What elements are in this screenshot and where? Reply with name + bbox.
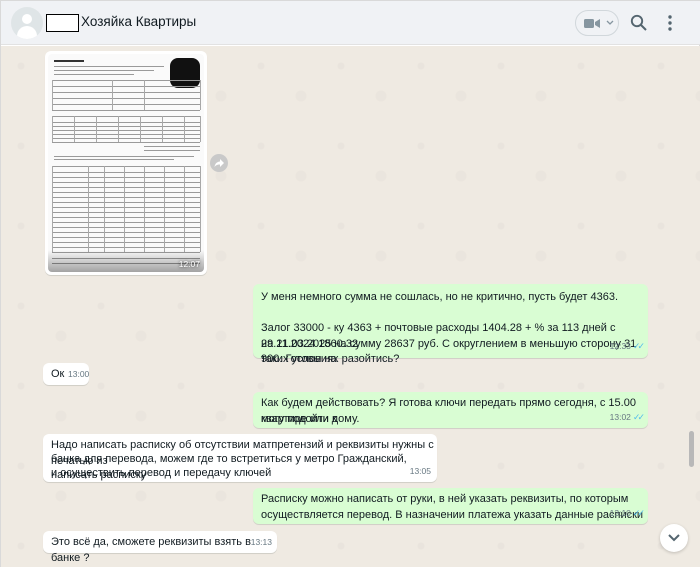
- redacted-blob: [170, 58, 200, 88]
- message-text-line: квартире или дому.: [261, 412, 360, 425]
- message-text-line: Расписку можно написать от руки, в ней у…: [261, 493, 629, 505]
- message-time: 13:13: [250, 536, 272, 547]
- chevron-down-icon: [606, 20, 614, 25]
- message-text-line: Надо написать расписку об отсутствии мат…: [51, 439, 434, 467]
- search-icon[interactable]: [630, 14, 648, 32]
- outgoing-message-bubble[interactable]: Расписку можно написать от руки, в ней у…: [253, 488, 648, 524]
- outgoing-message-bubble[interactable]: У меня немного сумма не сошлась, но не к…: [253, 284, 648, 366]
- message-text-line: Как будем действовать? Я готова ключи пе…: [261, 397, 636, 425]
- message-text-line: на 21.03.2025 на сумму 28637 руб. С окру…: [261, 337, 637, 366]
- forward-arrow-icon: [214, 159, 224, 167]
- forward-button[interactable]: [210, 154, 228, 172]
- message-text-line: Залог 33000 - ку 4363 + почтовые расходы…: [261, 322, 616, 350]
- vertical-dots-menu-icon[interactable]: [665, 14, 675, 32]
- message-time: 13:05: [409, 465, 431, 476]
- incoming-message-bubble[interactable]: Ок 13:00: [43, 363, 89, 385]
- message-text-line: Ок: [51, 368, 65, 380]
- message-time: 12:07: [178, 259, 200, 269]
- double-check-icon: ✓✓: [632, 340, 645, 351]
- message-time: 12:33: [609, 340, 631, 351]
- message-text-line: осуществляется перевод. В назначении пла…: [261, 508, 644, 521]
- message-text-line: банка для перевода, можем где то встрети…: [51, 453, 407, 481]
- message-time: 13:10: [609, 507, 631, 518]
- outgoing-message-bubble[interactable]: Как будем действовать? Я готова ключи пе…: [253, 392, 648, 428]
- message-text-line: [261, 306, 648, 322]
- chat-header: Хозяйка Квартиры: [1, 1, 700, 45]
- redacted-area: [46, 14, 79, 32]
- avatar-head-shape: [22, 14, 32, 24]
- message-text-line: и осуществить перевод и передачу ключей: [51, 467, 272, 479]
- message-text-line: Это всё да, сможете реквизиты взять в ба…: [51, 536, 251, 564]
- incoming-message-bubble[interactable]: Это всё да, сможете реквизиты взять в ба…: [43, 531, 277, 564]
- contact-name[interactable]: Хозяйка Квартиры: [81, 14, 196, 29]
- incoming-message-bubble[interactable]: Надо написать расписку об отсутствии мат…: [43, 434, 437, 482]
- message-time: 13:02: [609, 411, 631, 422]
- image-message-bubble[interactable]: 12:07: [45, 51, 207, 275]
- double-check-icon: ✓✓: [632, 507, 645, 518]
- contact-avatar[interactable]: [11, 7, 43, 39]
- message-text-line: У меня немного сумма не сошлась, но не к…: [261, 291, 619, 303]
- document-photo[interactable]: 12:07: [48, 54, 204, 272]
- scrollbar-thumb[interactable]: [689, 431, 694, 467]
- message-text-line: таких условиях разойтись?: [261, 353, 400, 365]
- chevron-down-icon: [668, 534, 680, 542]
- video-call-button[interactable]: [575, 10, 619, 36]
- scroll-to-bottom-button[interactable]: [660, 524, 688, 552]
- video-camera-icon: [584, 19, 600, 28]
- avatar-body-shape: [17, 26, 37, 39]
- double-check-icon: ✓✓: [632, 411, 645, 422]
- message-time: 13:00: [68, 368, 90, 379]
